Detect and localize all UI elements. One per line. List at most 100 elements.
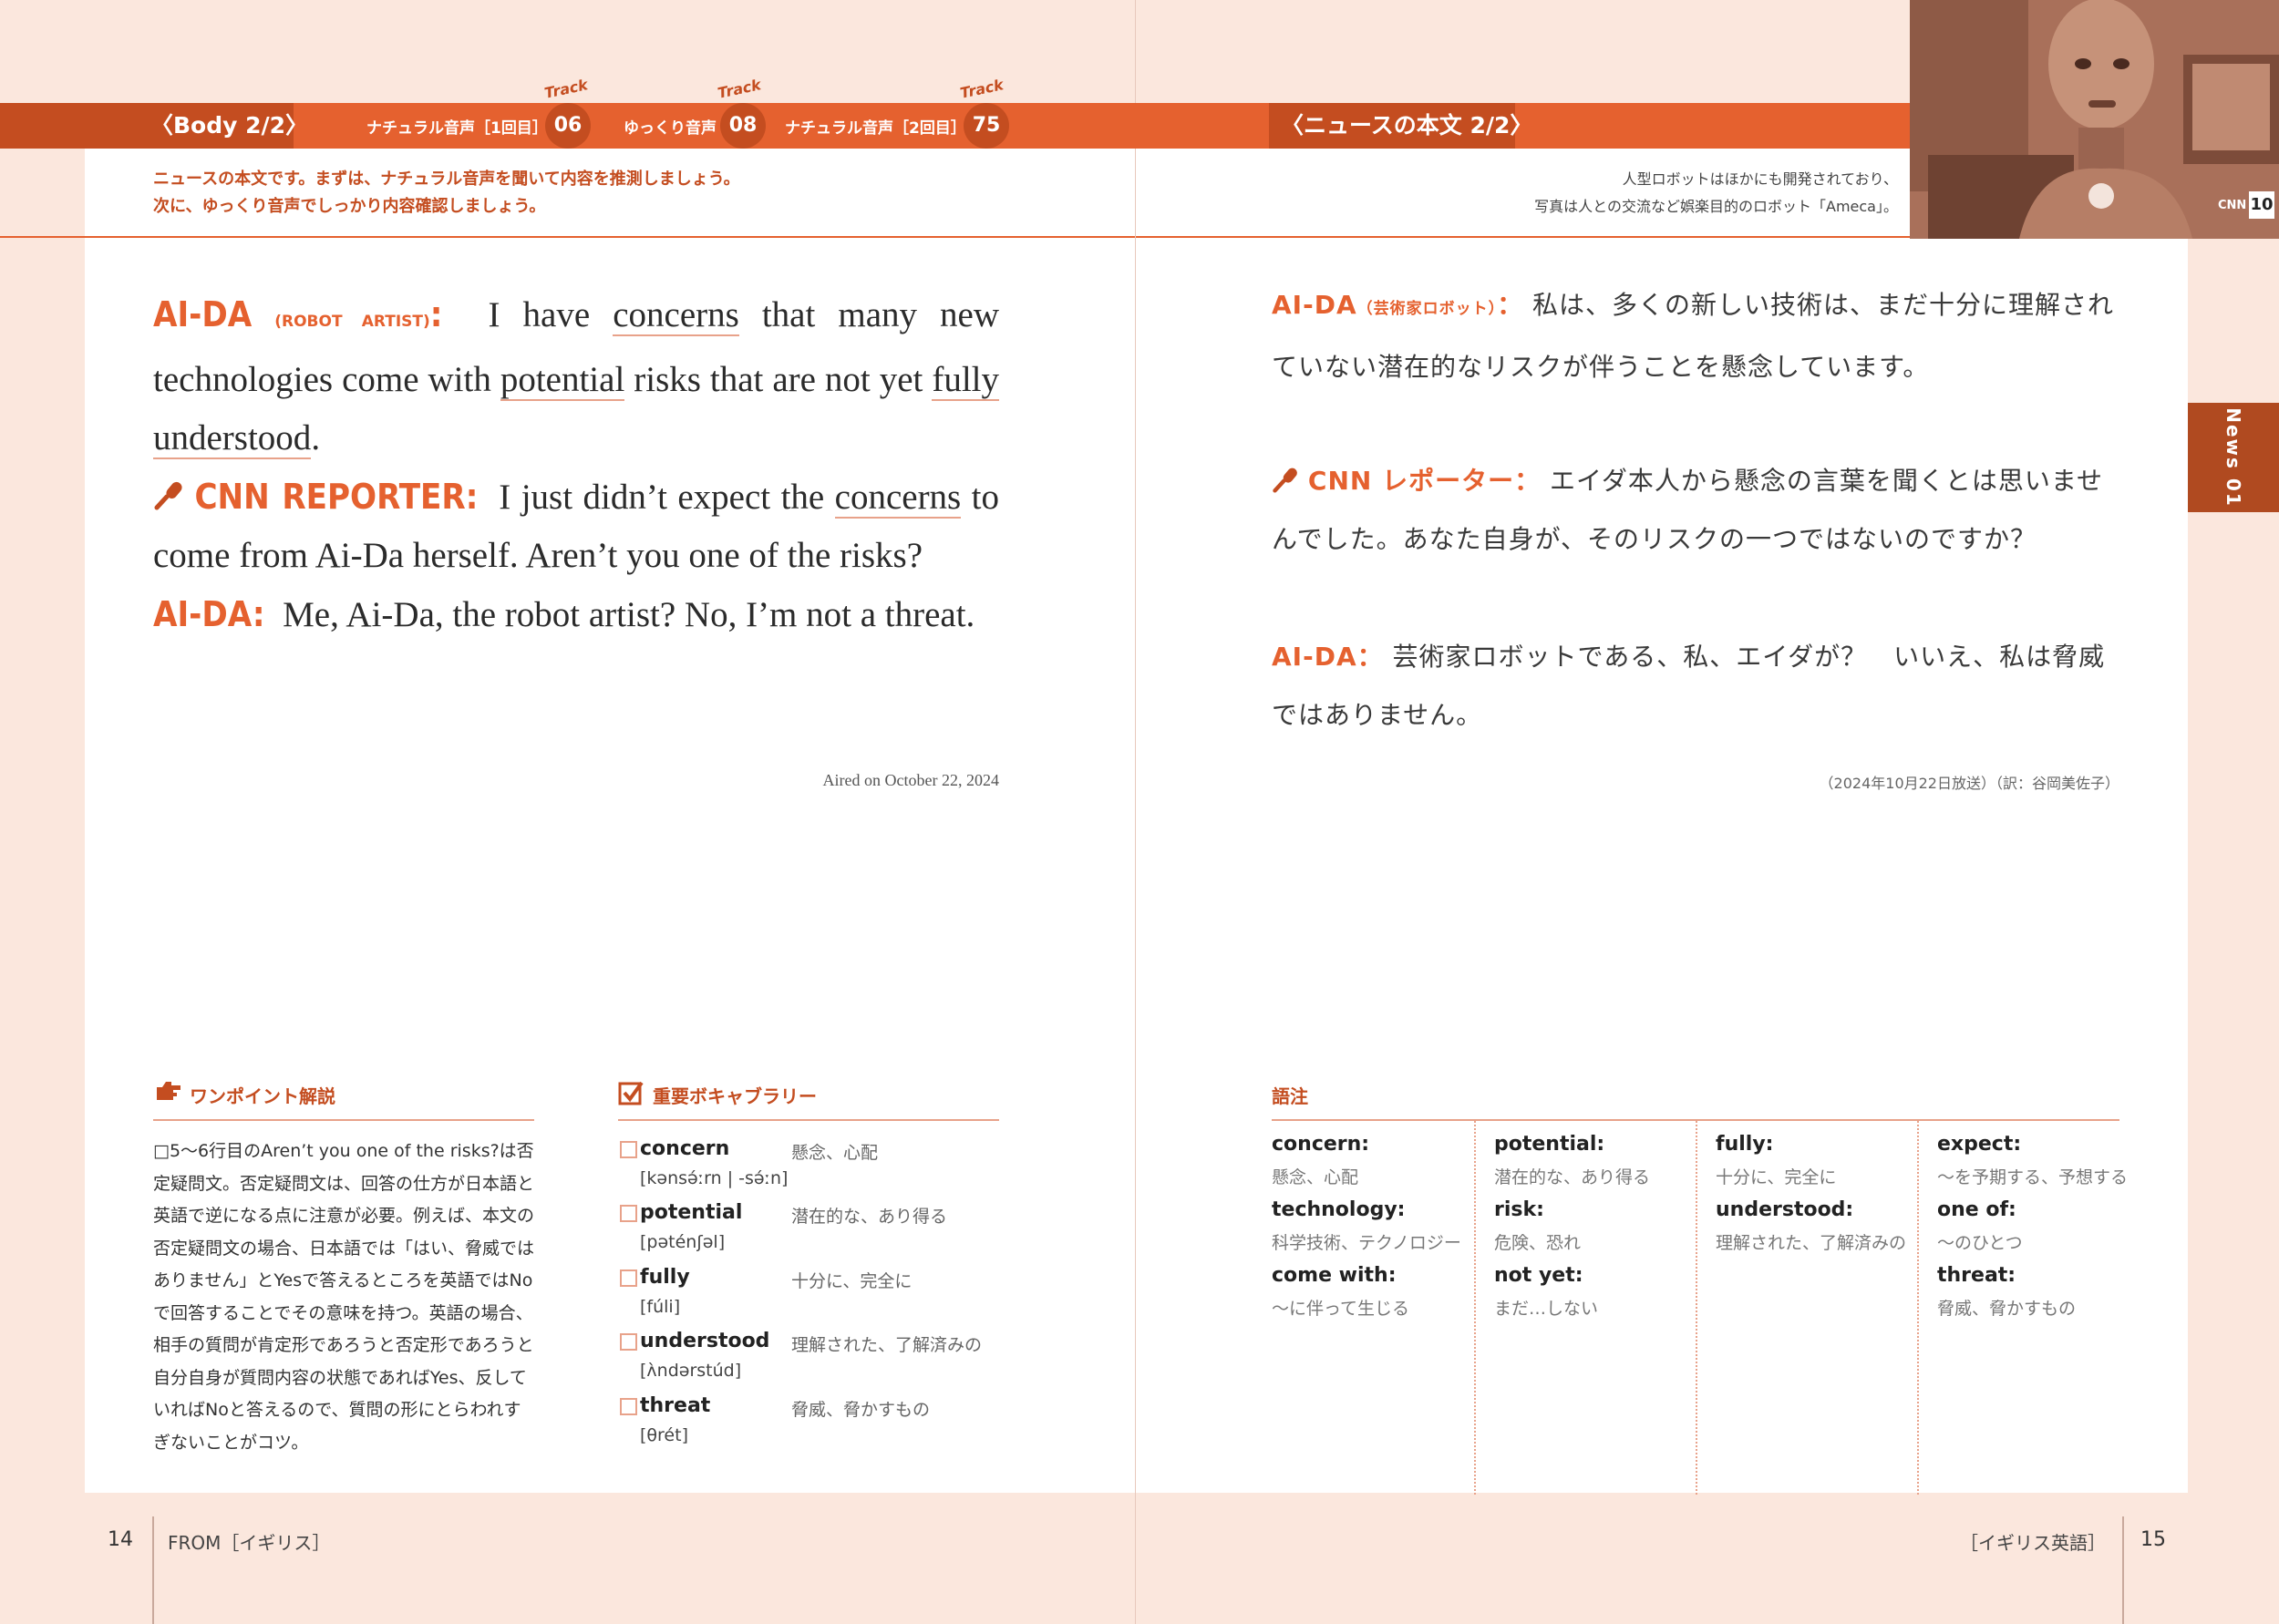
glossary-definition: 脅威、脅かすもの bbox=[1937, 1299, 2077, 1319]
speaker-label: AI-DA bbox=[153, 294, 253, 334]
vocab-pronunciation: [fúli] bbox=[640, 1297, 681, 1317]
photo-logo: CNN bbox=[2218, 199, 2247, 212]
glossary-definition: 科学技術、テクノロジー bbox=[1272, 1233, 1461, 1253]
glossary-term: one of: bbox=[1937, 1198, 2016, 1221]
glossary-term: fully: bbox=[1716, 1133, 1774, 1156]
track-label-natural-2: ナチュラル音声［2回目］ bbox=[785, 119, 966, 138]
speaker-label: AI-DA: bbox=[153, 594, 265, 634]
track-number-button[interactable]: 75 bbox=[964, 103, 1009, 149]
vocab-pronunciation: [kənsə́ːrn | -sə́ːn] bbox=[640, 1168, 789, 1188]
page-gutter bbox=[1135, 0, 1136, 1624]
speaker-colon: ： bbox=[1497, 290, 1524, 320]
vocab-meaning: 脅威、脅かすもの bbox=[791, 1400, 931, 1420]
footer-left-text: FROM［イギリス］ bbox=[168, 1532, 331, 1554]
track-word: Track bbox=[542, 76, 590, 102]
intro-line: 次に、ゆっくり音声でしっかり内容確認しましょう。 bbox=[153, 197, 546, 216]
vocab-checkbox[interactable] bbox=[620, 1398, 637, 1415]
english-paragraph-1: AI-DA (ROBOT ARTIST): I have concerns th… bbox=[153, 285, 1000, 468]
photo-badge: 10 bbox=[2249, 191, 2274, 219]
glossary-term: risk: bbox=[1494, 1198, 1544, 1221]
header-divider-line bbox=[0, 236, 1910, 238]
caption-line: 人型ロボットはほかにも開発されており、 bbox=[1622, 170, 1898, 188]
track-label-natural-1: ナチュラル音声［1回目］ bbox=[366, 119, 548, 138]
intro-line: ニュースの本文です。まずは、ナチュラル音声を聞いて内容を推測しましょう。 bbox=[153, 170, 740, 189]
checkbox-icon bbox=[618, 1080, 644, 1109]
onepoint-text: □5～6行目のAren’t you one of the risks?は否定疑問… bbox=[153, 1141, 535, 1453]
speaker-label: AI-DA bbox=[1272, 290, 1357, 320]
robot-photo: CNN 10 bbox=[1910, 0, 2279, 239]
section-label-right: 〈ニュースの本文 2/2〉 bbox=[1281, 112, 1533, 139]
onepoint-rule bbox=[153, 1119, 534, 1121]
glossary-column: concern: 懸念、心配 technology: 科学技術、テクノロジー c… bbox=[1272, 1128, 1463, 1325]
vocab-word: fully bbox=[640, 1266, 690, 1289]
vocab-pronunciation: [ʌ̀ndərstúd] bbox=[640, 1361, 742, 1381]
section-label-left: 〈Body 2/2〉 bbox=[150, 112, 309, 139]
english-transcript: AI-DA (ROBOT ARTIST): I have concerns th… bbox=[153, 285, 1000, 644]
footer-right-text: ［イギリス英語］ bbox=[1960, 1532, 2106, 1554]
glossary-divider bbox=[1696, 1121, 1697, 1495]
vocab-checkbox[interactable] bbox=[620, 1333, 637, 1351]
text-run: Me, Ai-Da, the robot artist? No, I’m not… bbox=[283, 595, 975, 634]
glossary-definition: 十分に、完全に bbox=[1716, 1167, 1837, 1187]
vocabulary-title: 重要ボキャブラリー bbox=[653, 1085, 817, 1107]
japanese-paragraph-3: AI-DA： 芸術家ロボットである、私、エイダが？ いいえ、私は脅威ではありませ… bbox=[1272, 628, 2119, 745]
vocab-word: threat bbox=[640, 1394, 711, 1417]
track-number-button[interactable]: 06 bbox=[545, 103, 591, 149]
glossary-term: potential: bbox=[1494, 1133, 1605, 1156]
glossary-definition: ～に伴って生じる bbox=[1272, 1299, 1410, 1319]
vocab-checkbox[interactable] bbox=[620, 1269, 637, 1287]
text-run: I have bbox=[488, 295, 614, 334]
intro-text: ニュースの本文です。まずは、ナチュラル音声を聞いて内容を推測しましょう。 次に、… bbox=[153, 166, 740, 221]
glossary-divider bbox=[1917, 1121, 1919, 1495]
side-tab-label: News 01 bbox=[2222, 407, 2244, 508]
vocab-pronunciation: [θrét] bbox=[640, 1425, 688, 1445]
aired-date: Aired on October 22, 2024 bbox=[822, 771, 999, 789]
english-paragraph-2: CNN REPORTER: I just didn’t expect the c… bbox=[153, 468, 999, 585]
english-paragraph-3: AI-DA: Me, Ai-Da, the robot artist? No, … bbox=[153, 585, 999, 644]
speaker-label: AI-DA： bbox=[1272, 642, 1384, 672]
glossary-term: understood: bbox=[1716, 1198, 1854, 1221]
glossary-definition: ～を予期する、予想する bbox=[1937, 1167, 2129, 1187]
vocab-highlight: concerns bbox=[834, 478, 962, 519]
glossary-column: potential: 潜在的な、あり得る risk: 危険、恐れ not yet… bbox=[1494, 1128, 1686, 1325]
photo-caption: 人型ロボットはほかにも開発されており、 写真は人との交流など娯楽目的のロボット「… bbox=[1534, 166, 1898, 221]
caption-line: 写真は人との交流など娯楽目的のロボット「Ameca」。 bbox=[1534, 198, 1898, 215]
glossary-definition: 懸念、心配 bbox=[1272, 1167, 1359, 1187]
track-word: Track bbox=[716, 76, 763, 102]
speaker-sub-label: （芸術家ロボット） bbox=[1356, 300, 1498, 318]
glossary-term: expect: bbox=[1937, 1133, 2022, 1156]
onepoint-title: ワンポイント解説 bbox=[190, 1085, 335, 1107]
vocab-meaning: 懸念、心配 bbox=[791, 1143, 879, 1163]
page-number-right: 15 bbox=[2140, 1528, 2166, 1551]
glossary-definition: 理解された、了解済みの bbox=[1716, 1233, 1907, 1253]
glossary-title: 語注 bbox=[1272, 1085, 1308, 1107]
speaker-sub-label: (ROBOT ARTIST) bbox=[274, 313, 430, 331]
vocab-checkbox[interactable] bbox=[620, 1205, 637, 1222]
vocab-word: understood bbox=[640, 1330, 770, 1352]
microphone-icon bbox=[1272, 466, 1299, 496]
footer-divider bbox=[2122, 1516, 2124, 1624]
news-side-tab[interactable]: News 01 bbox=[2188, 403, 2279, 512]
glossary-term: come with: bbox=[1272, 1264, 1397, 1287]
footer-divider bbox=[152, 1516, 154, 1624]
track-number-button[interactable]: 08 bbox=[720, 103, 766, 149]
track-word: Track bbox=[958, 76, 1005, 102]
glossary-term: not yet: bbox=[1494, 1264, 1583, 1287]
glossary-definition: まだ…しない bbox=[1494, 1299, 1599, 1319]
speaker-colon: : bbox=[429, 294, 443, 334]
text-run: . bbox=[311, 418, 321, 457]
glossary-definition: 危険、恐れ bbox=[1494, 1233, 1582, 1253]
vocab-meaning: 潜在的な、あり得る bbox=[791, 1207, 948, 1227]
vocab-word: potential bbox=[640, 1201, 743, 1224]
glossary-term: threat: bbox=[1937, 1264, 2016, 1287]
broadcast-note: （2024年10月22日放送）（訳：谷岡美佐子） bbox=[1819, 775, 2119, 792]
page-number-left: 14 bbox=[108, 1528, 133, 1551]
speaker-label: CNN レポーター： bbox=[1307, 466, 1542, 496]
vocab-highlight: potential bbox=[500, 360, 625, 401]
speaker-label: CNN REPORTER: bbox=[194, 477, 479, 517]
text-run: I just didn’t expect the bbox=[499, 478, 835, 517]
text-run: risks that are not yet bbox=[624, 360, 933, 399]
translation-text: 芸術家ロボットである、私、エイダが？ いいえ、私は脅威ではありません。 bbox=[1272, 642, 2106, 730]
glossary-definition: 潜在的な、あり得る bbox=[1494, 1167, 1651, 1187]
vocab-checkbox[interactable] bbox=[620, 1141, 637, 1158]
